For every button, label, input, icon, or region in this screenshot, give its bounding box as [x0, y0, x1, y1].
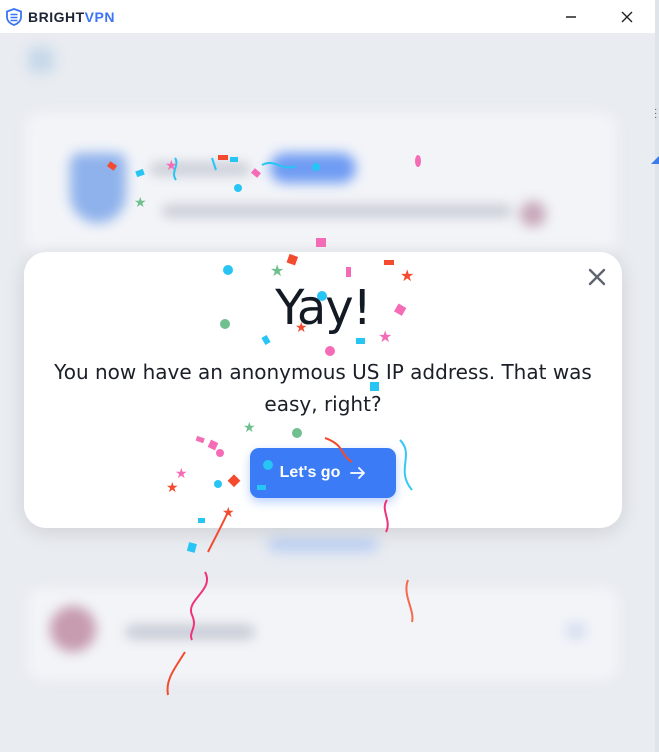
close-icon — [621, 11, 633, 22]
location-card — [28, 588, 618, 680]
shield-icon — [70, 153, 126, 223]
minimize-button[interactable] — [543, 0, 599, 33]
ip-text-placeholder — [162, 205, 512, 217]
status-badge — [270, 153, 356, 183]
more-icon: · · · — [654, 104, 658, 123]
location-text-placeholder — [125, 625, 255, 639]
lets-go-label: Let's go — [279, 464, 341, 481]
modal-title: Yay! — [275, 280, 372, 336]
minimize-icon — [566, 15, 576, 18]
brand-main: BRIGHT — [28, 8, 85, 25]
close-window-button[interactable] — [599, 0, 655, 33]
arrow-right-icon — [350, 467, 366, 479]
brand: BRIGHTVPN — [0, 7, 115, 26]
shield-icon — [6, 7, 22, 26]
title-bar: BRIGHTVPN — [0, 0, 655, 33]
link-placeholder — [268, 538, 378, 552]
window-controls — [543, 0, 655, 33]
triangle-icon — [651, 156, 659, 164]
chevron-right-icon — [566, 623, 586, 639]
menu-icon — [28, 47, 54, 73]
brand-name: BRIGHTVPN — [28, 9, 115, 25]
status-text-placeholder — [150, 163, 250, 175]
lets-go-button[interactable]: Let's go — [250, 448, 396, 498]
modal-message: You now have an anonymous US IP address.… — [54, 360, 592, 416]
flag-icon — [50, 606, 96, 652]
flag-icon — [520, 201, 546, 227]
brand-accent: VPN — [84, 8, 115, 25]
